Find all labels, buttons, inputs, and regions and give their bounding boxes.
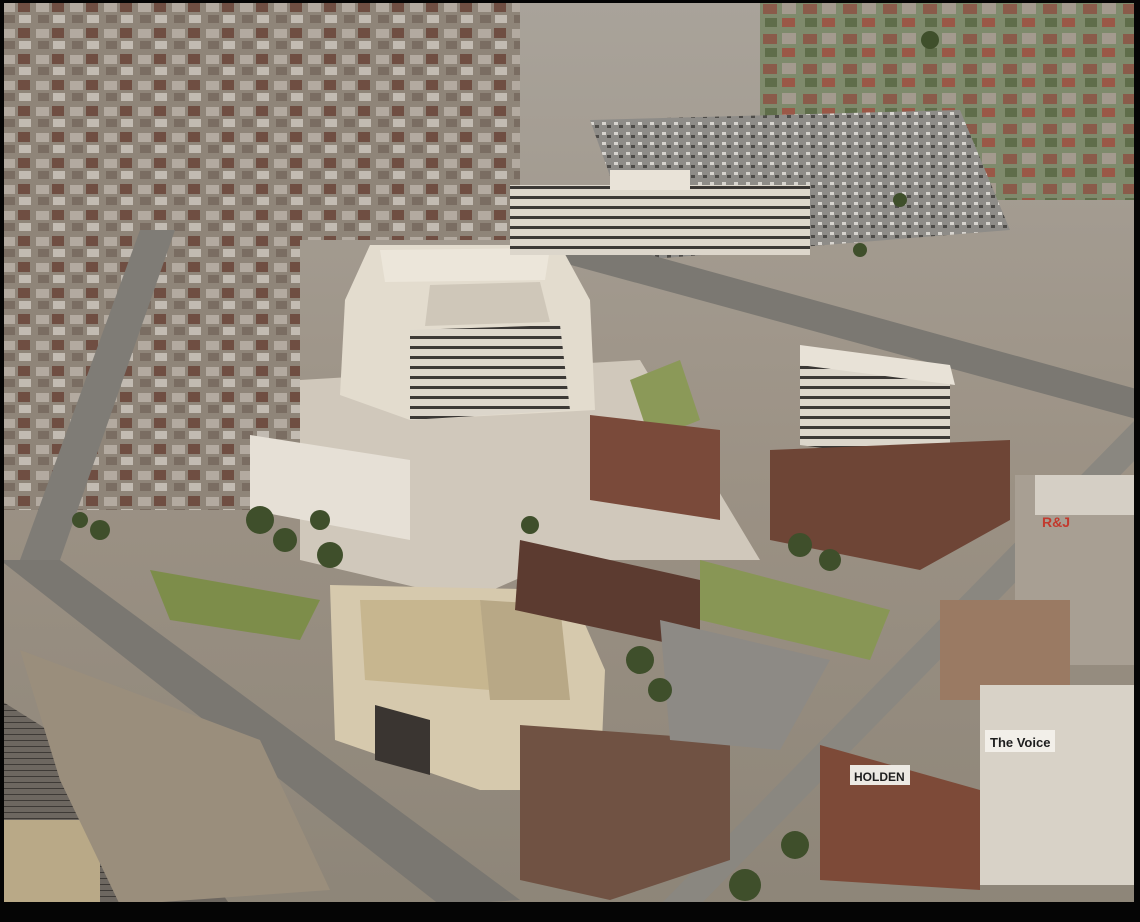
film-border-right	[1134, 0, 1140, 922]
holden-sign: HOLDEN	[854, 770, 905, 784]
rnj-sign: R&J	[1042, 514, 1070, 530]
rail-shed	[0, 820, 100, 905]
voice-building: The Voice	[980, 685, 1135, 885]
film-border-top	[0, 0, 1140, 3]
voice-sign: The Voice	[990, 735, 1050, 750]
aerial-city-photo: R&J The Voice HOLDEN	[0, 0, 1140, 922]
suburb-top-left	[0, 0, 520, 240]
film-border-left	[0, 0, 4, 922]
stepped-office-building	[340, 245, 595, 420]
film-border-bottom	[0, 902, 1140, 922]
